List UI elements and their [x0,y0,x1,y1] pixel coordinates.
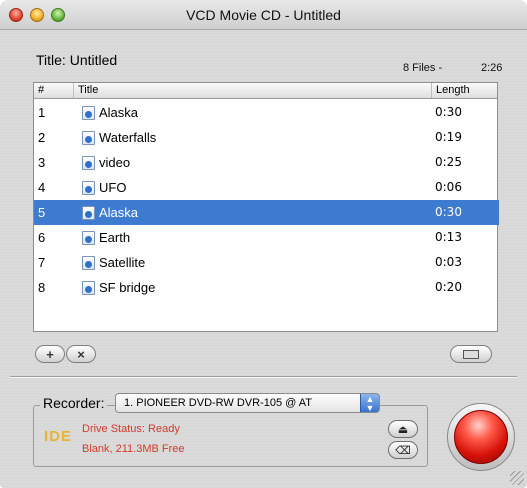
project-title-label: Title: [36,52,66,68]
drive-status: Drive Status: Ready [82,423,180,435]
row-number: 2 [38,130,46,145]
row-title: Alaska [99,205,139,220]
movie-file-icon [82,106,95,120]
recorder-label: Recorder: [40,395,108,411]
row-length: 0:30 [435,205,462,219]
file-count: 8 Files - [403,62,443,74]
title-bar[interactable]: VCD Movie CD - Untitled [0,0,527,30]
table-header: # Title Length [34,83,497,99]
row-length: 0:13 [435,230,462,244]
total-duration: 2:26 [481,62,503,74]
erase-button[interactable]: ⌫ [388,441,418,459]
table-row[interactable]: 7 Satellite 0:03 [34,250,499,275]
project-title: Title: Untitled [36,52,117,68]
row-number: 3 [38,155,46,170]
movie-file-icon [82,156,95,170]
row-number: 1 [38,105,46,120]
table-row-selected[interactable]: 5 Alaska 0:30 [34,200,499,225]
row-number: 5 [38,205,46,220]
project-title-value: Untitled [69,52,118,68]
row-number: 6 [38,230,46,245]
movie-file-icon [82,256,95,270]
preview-window-icon [463,349,479,359]
eraser-icon: ⌫ [395,444,411,457]
row-length: 0:25 [435,155,462,169]
row-length: 0:30 [435,105,462,119]
row-number: 4 [38,180,46,195]
movie-file-icon [82,181,95,195]
eject-icon: ⏏ [397,423,409,436]
row-title: Alaska [99,105,139,120]
row-number: 7 [38,255,46,270]
row-length: 0:03 [435,255,462,269]
table-row[interactable]: 4 UFO 0:06 [34,175,499,200]
ide-badge: IDE [44,428,73,445]
table-row[interactable]: 6 Earth 0:13 [34,225,499,250]
table-row[interactable]: 8 SF bridge 0:20 [34,275,499,300]
window-title: VCD Movie CD - Untitled [186,7,341,23]
add-movie-button[interactable]: + [35,345,65,363]
table-row[interactable]: 3 video 0:25 [34,150,499,175]
row-title: Waterfalls [99,130,157,145]
eject-button[interactable]: ⏏ [388,420,418,438]
recorder-select-value: 1. PIONEER DVD-RW DVR-105 @ AT [124,397,313,409]
app-window: VCD Movie CD - Untitled Title: Untitled … [0,0,527,488]
row-number: 8 [38,280,46,295]
preview-button[interactable] [450,345,492,363]
movie-file-icon [82,281,95,295]
row-title: SF bridge [99,280,156,295]
movie-file-icon [82,131,95,145]
table-row[interactable]: 1 Alaska 0:30 [34,100,499,125]
section-divider [10,376,517,378]
remove-icon: × [77,346,85,362]
row-length: 0:06 [435,180,462,194]
column-header-title[interactable]: Title [73,83,426,98]
plus-icon: + [46,346,54,362]
burn-button[interactable] [447,403,515,471]
movie-file-icon [82,206,95,220]
table-row[interactable]: 2 Waterfalls 0:19 [34,125,499,150]
remove-movie-button[interactable]: × [66,345,96,363]
resize-grip[interactable] [510,471,524,485]
column-header-number[interactable]: # [38,84,44,96]
recorder-select[interactable]: 1. PIONEER DVD-RW DVR-105 @ AT ▲ ▼ [115,393,380,413]
movie-table[interactable]: # Title Length 1 Alaska 0:30 2 Waterfall… [33,82,499,332]
row-title: Satellite [99,255,146,270]
burn-icon [454,410,508,464]
row-length: 0:19 [435,130,462,144]
row-title: video [99,155,131,170]
recorder-group [33,405,428,467]
up-down-arrows-icon: ▲ ▼ [360,394,379,412]
media-status: Blank, 211.3MB Free [82,443,185,455]
column-header-length[interactable]: Length [431,83,488,98]
row-title: Earth [99,230,131,245]
row-length: 0:20 [435,280,462,294]
row-title: UFO [99,180,127,195]
movie-file-icon [82,231,95,245]
